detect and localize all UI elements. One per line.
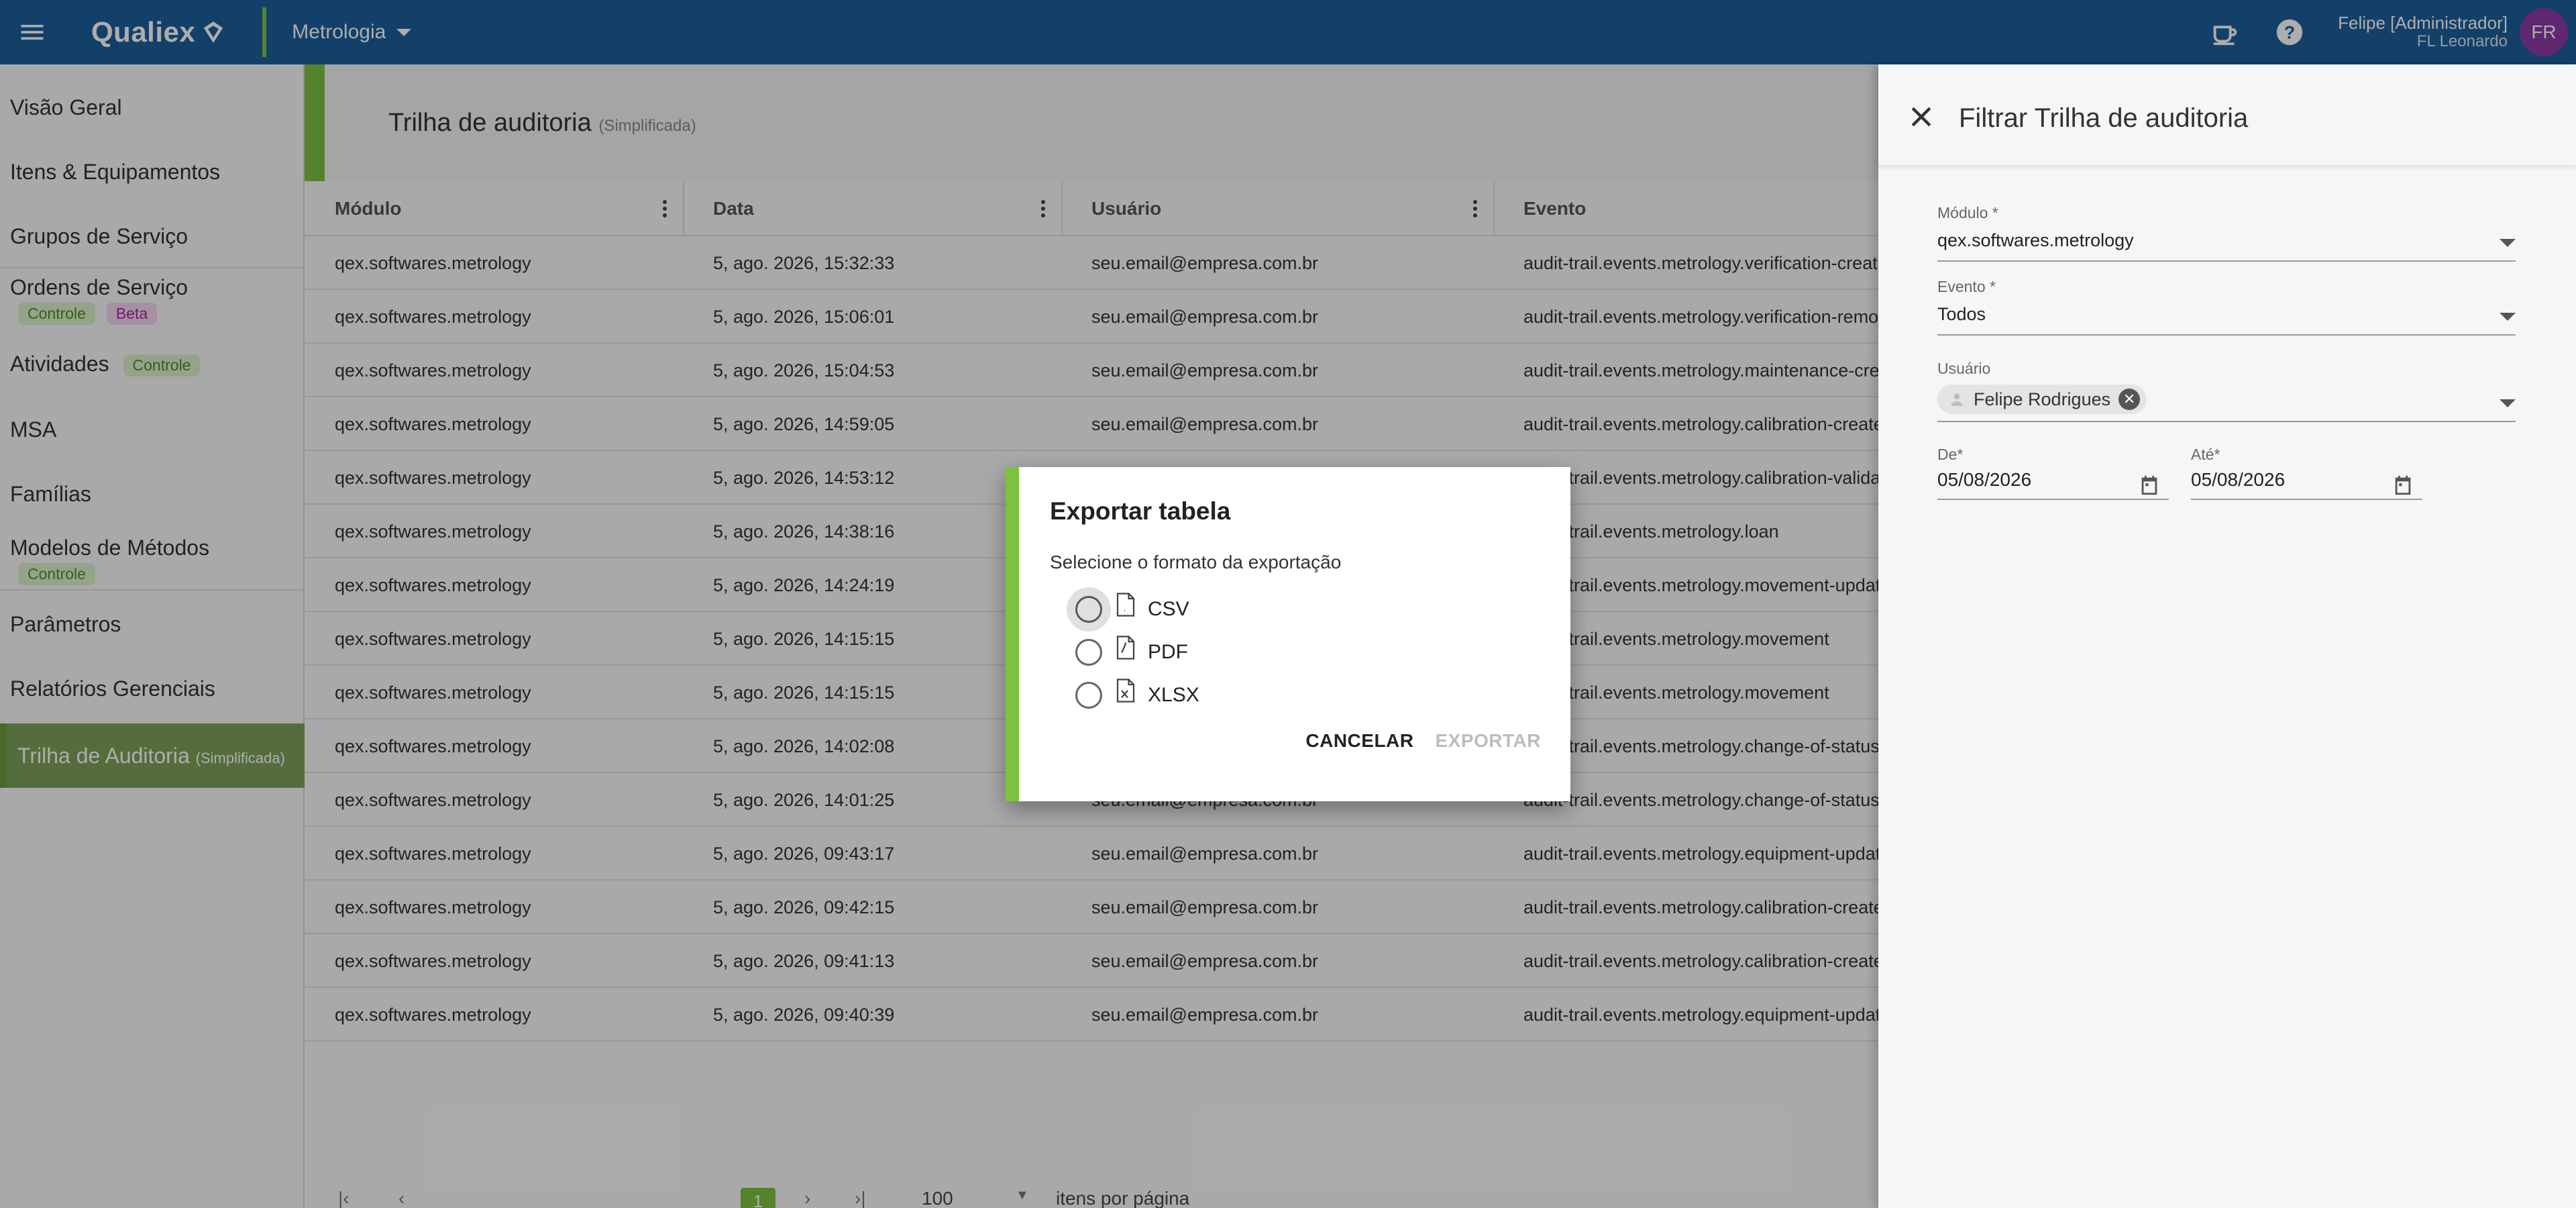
date-to-field[interactable]: Até* 05/08/2026 — [2191, 446, 2422, 500]
radio-button[interactable] — [1075, 682, 1102, 709]
field-value: Todos — [1937, 304, 1986, 324]
user-chip[interactable]: Felipe Rodrigues ✕ — [1937, 385, 2147, 414]
filter-panel-title: Filtrar Trilha de auditoria — [1959, 103, 2249, 133]
field-label: Usuário — [1937, 360, 1991, 377]
field-label: Módulo * — [1937, 204, 1998, 221]
pdf-file-icon — [1116, 636, 1135, 660]
radio-option-label: CSV — [1148, 598, 1189, 620]
cancel-button[interactable]: CANCELAR — [1305, 730, 1413, 752]
person-icon — [1951, 393, 1963, 406]
evento-select[interactable]: Evento * Todos — [1937, 278, 2516, 336]
chevron-down-icon — [2500, 239, 2516, 247]
modulo-select[interactable]: Módulo * qex.softwares.metrology — [1937, 204, 2516, 262]
calendar-icon[interactable] — [2138, 474, 2161, 497]
csv-file-icon: , — [1116, 593, 1135, 617]
radio-option-xlsx[interactable]: XLSX — [1075, 675, 1199, 715]
user-chip-label: Felipe Rodrigues — [1974, 389, 2111, 409]
usuario-select[interactable]: Usuário Felipe Rodrigues ✕ — [1937, 360, 2516, 422]
radio-option-label: PDF — [1148, 641, 1188, 663]
field-value: 05/08/2026 — [2191, 469, 2286, 490]
filter-panel: Filtrar Trilha de auditoria Módulo * qex… — [1878, 64, 2576, 1208]
calendar-icon[interactable] — [2392, 474, 2414, 497]
dialog-title: Exportar tabela — [1050, 497, 1231, 525]
radio-option-pdf[interactable]: PDF — [1075, 632, 1188, 672]
field-value: 05/08/2026 — [1937, 469, 2032, 490]
radio-option-csv[interactable]: , CSV — [1067, 587, 1189, 632]
dialog-actions: CANCELAR EXPORTAR — [1305, 730, 1541, 752]
export-button[interactable]: EXPORTAR — [1436, 730, 1542, 752]
filter-panel-header: Filtrar Trilha de auditoria — [1878, 64, 2576, 165]
radio-button[interactable] — [1075, 639, 1102, 666]
date-from-field[interactable]: De* 05/08/2026 — [1937, 446, 2169, 500]
remove-chip-icon[interactable]: ✕ — [2118, 389, 2141, 410]
chevron-down-icon — [2500, 313, 2516, 321]
field-value: qex.softwares.metrology — [1937, 230, 2134, 250]
radio-button[interactable] — [1067, 587, 1111, 632]
xlsx-file-icon — [1116, 678, 1135, 703]
radio-option-label: XLSX — [1148, 684, 1199, 706]
field-label: De* — [1937, 446, 1964, 463]
svg-text:,: , — [1124, 605, 1126, 613]
field-label: Evento * — [1937, 278, 1996, 295]
close-icon[interactable] — [1907, 102, 1936, 132]
export-dialog: Exportar tabela Selecione o formato da e… — [1006, 467, 1570, 801]
field-label: Até* — [2191, 446, 2220, 463]
chevron-down-icon — [2500, 399, 2516, 407]
dialog-subtitle: Selecione o formato da exportação — [1050, 552, 1342, 572]
